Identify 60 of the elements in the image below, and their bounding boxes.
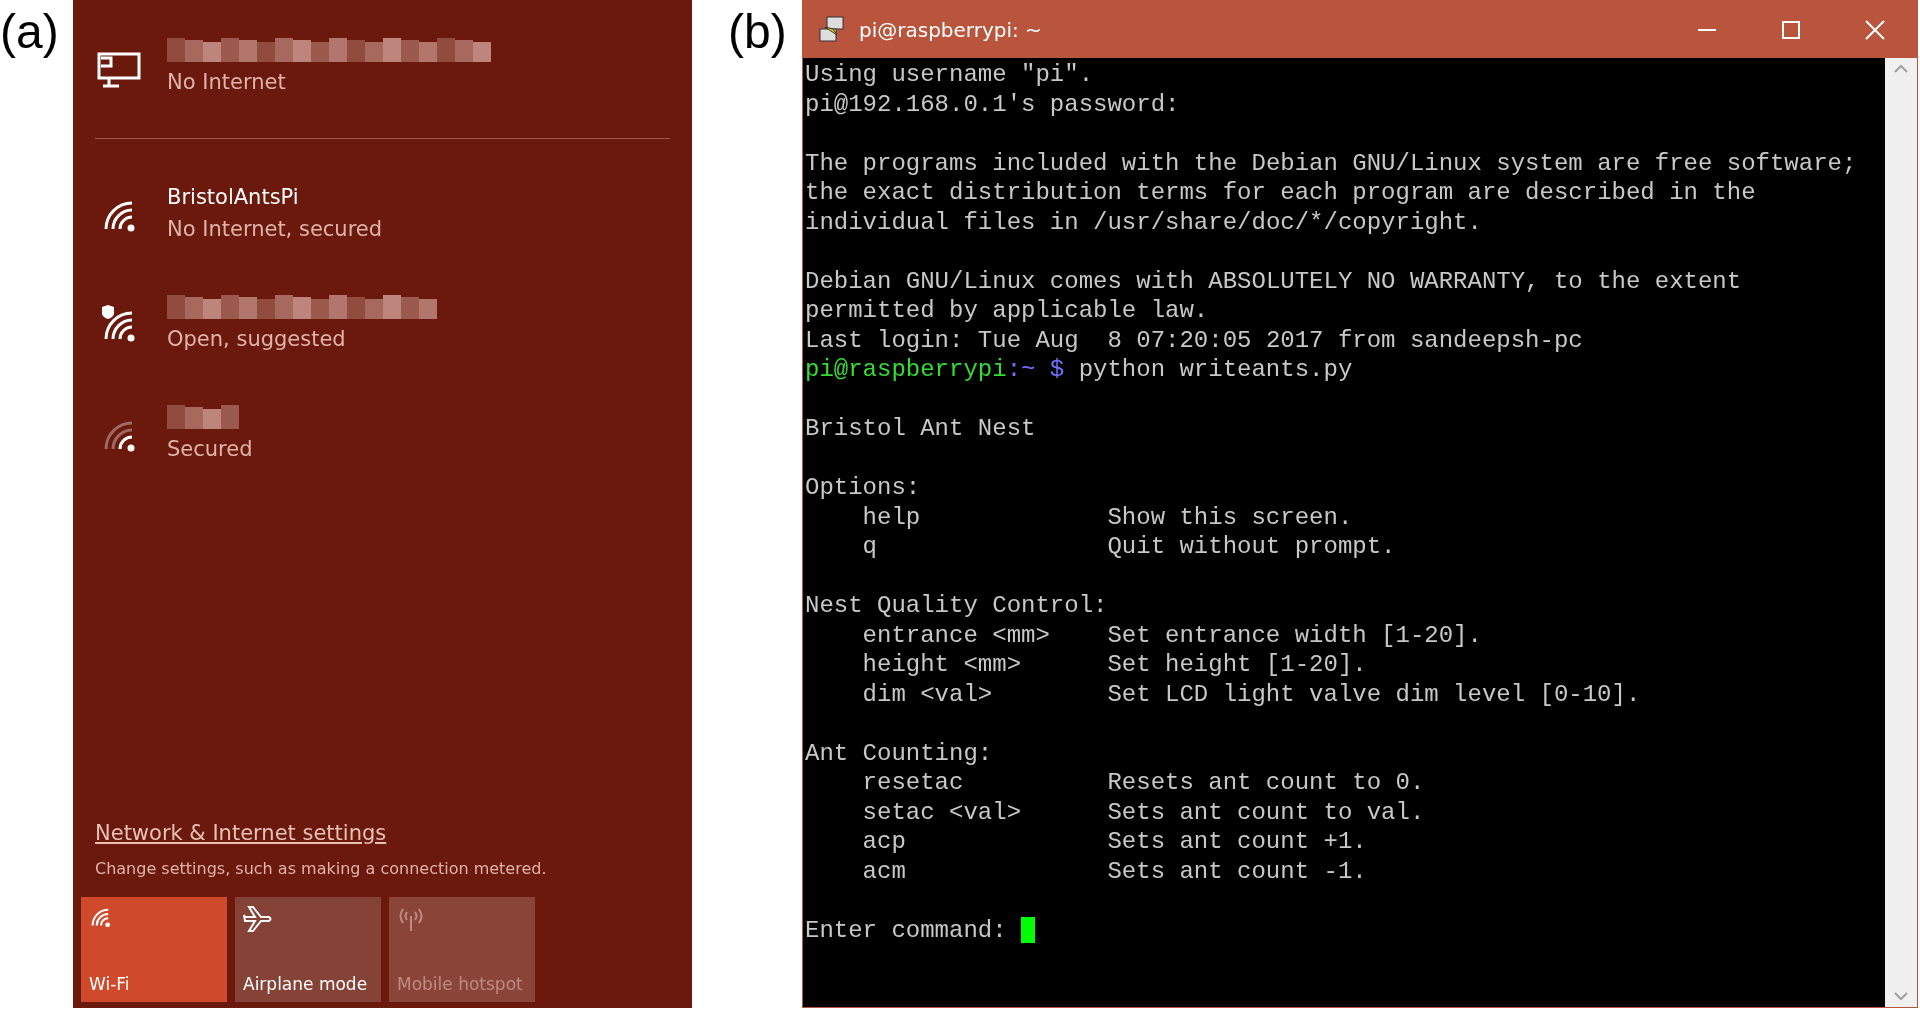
prompt-path: :~ $ <box>1006 355 1065 385</box>
figure-label: (b) <box>728 5 787 58</box>
network-item[interactable]: Open, suggested <box>73 283 692 393</box>
pixelated-text <box>167 405 239 429</box>
text-cursor <box>1021 917 1036 944</box>
scrollbar[interactable] <box>1885 58 1917 1007</box>
option-command: entrance <mm> <box>862 621 1050 649</box>
option-description: Set LCD light valve dim level [0-10]. <box>1107 679 1641 709</box>
airplane-icon <box>243 905 273 933</box>
network-status: No Internet, secured <box>167 216 383 243</box>
option-description: Show this screen. <box>1107 502 1353 532</box>
terminal-line: Options: <box>805 473 921 503</box>
network-status: Secured <box>167 436 253 463</box>
computers-icon <box>817 14 847 45</box>
input-prompt: Enter command: <box>805 915 1007 945</box>
prompt-user: pi@raspberrypi <box>805 355 1007 385</box>
option-command: help <box>862 503 921 531</box>
option-description: Resets ant count to 0. <box>1107 768 1425 798</box>
network-item[interactable]: Secured <box>73 393 692 503</box>
terminal-line: Bristol Ant Nest <box>805 414 1036 444</box>
option-description: Sets ant count -1. <box>1107 856 1367 886</box>
maximize-icon <box>1782 20 1800 39</box>
terminal-line: Ant Counting: <box>805 738 993 768</box>
option-description: Sets ant count to val. <box>1107 797 1425 827</box>
option-command: dim <val> <box>862 680 993 708</box>
option-command: acm <box>862 857 906 885</box>
window-title: pi@raspberrypi: ~ <box>859 16 1042 44</box>
terminal-command: python writeants.py <box>1078 355 1353 385</box>
settings-link[interactable]: Network & Internet settings <box>95 817 387 849</box>
terminal-line: Nest Quality Control: <box>805 591 1108 621</box>
terminal-line: permitted by applicable law. <box>805 296 1209 326</box>
figure-label: (a) <box>0 5 59 58</box>
terminal-line: The programs included with the Debian GNU/Linux system are free software; <box>805 148 1857 178</box>
network-item[interactable]: No Internet <box>73 36 692 138</box>
network-name: BristolAntsPi <box>167 184 300 211</box>
chevron-down-icon <box>1894 991 1908 1001</box>
terminal-line: pi@192.168.0.1's password: <box>805 89 1180 119</box>
quick-action-tile[interactable]: Wi-Fi <box>81 897 227 1002</box>
option-description: Sets ant count +1. <box>1107 827 1367 857</box>
option-description: Quit without prompt. <box>1107 532 1396 562</box>
close-icon <box>1865 19 1885 40</box>
chevron-up-icon <box>1894 64 1908 74</box>
network-status: No Internet <box>167 69 287 96</box>
network-item[interactable]: BristolAntsPi No Internet, secured <box>73 173 692 283</box>
terminal-line: individual files in /usr/share/doc/*/copyright. <box>805 207 1482 237</box>
terminal-line: Last login: Tue Aug 8 07:20:05 2017 from sandeepsh-pc <box>805 325 1583 355</box>
option-description: Set entrance width [1-20]. <box>1107 620 1482 650</box>
terminal-line: Using username "pi". <box>805 60 1094 90</box>
option-command: height <mm> <box>862 651 1022 678</box>
option-command: acp <box>862 828 906 855</box>
option-command: q <box>862 533 877 560</box>
terminal-line: the exact distribution terms for each program are described in the <box>805 178 1756 208</box>
minimize-icon <box>1698 28 1716 31</box>
option-command: setac <val> <box>862 798 1022 826</box>
option-command: resetac <box>862 769 964 796</box>
settings-hint: Change settings, such as making a connection metered. <box>95 858 548 880</box>
quick-action-tile[interactable]: Airplane mode <box>235 897 381 1002</box>
option-description: Set height [1-20]. <box>1107 650 1367 680</box>
network-status: Open, suggested <box>167 326 347 353</box>
terminal-line: Debian GNU/Linux comes with ABSOLUTELY NO WARRANTY, to the extent <box>805 266 1742 296</box>
